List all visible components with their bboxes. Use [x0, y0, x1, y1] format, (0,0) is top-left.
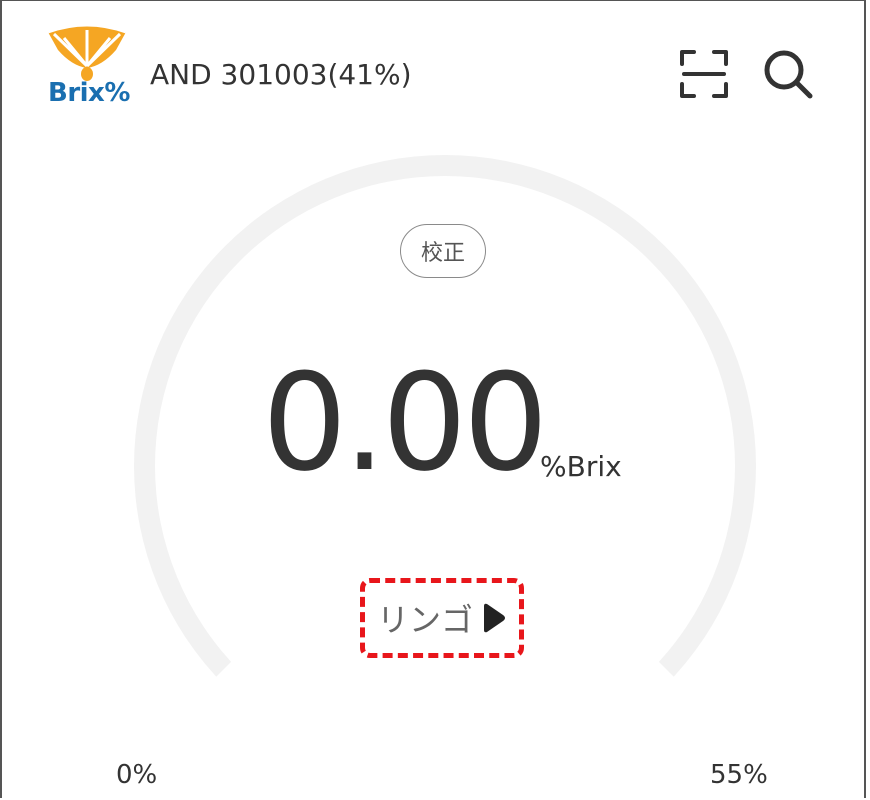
- fruit-selector[interactable]: リンゴ: [360, 578, 524, 658]
- fruit-label: リンゴ: [376, 601, 473, 639]
- brix-reading: 0.00: [262, 345, 548, 501]
- scan-icon: [680, 50, 728, 98]
- search-icon: [764, 50, 813, 99]
- calibrate-button[interactable]: 校正: [400, 224, 486, 278]
- scan-button[interactable]: [676, 46, 732, 102]
- gauge-min-label: 0%: [116, 760, 158, 790]
- device-name[interactable]: AND 301003(41%): [150, 58, 412, 91]
- brix-logo: Brix%: [44, 22, 130, 114]
- play-arrow-icon: [484, 603, 505, 633]
- logo-text: Brix%: [48, 78, 130, 108]
- gauge-max-label: 55%: [710, 760, 768, 790]
- brix-unit: %Brix: [540, 450, 622, 483]
- search-button[interactable]: [760, 46, 816, 102]
- orange-slice-icon: [47, 23, 127, 81]
